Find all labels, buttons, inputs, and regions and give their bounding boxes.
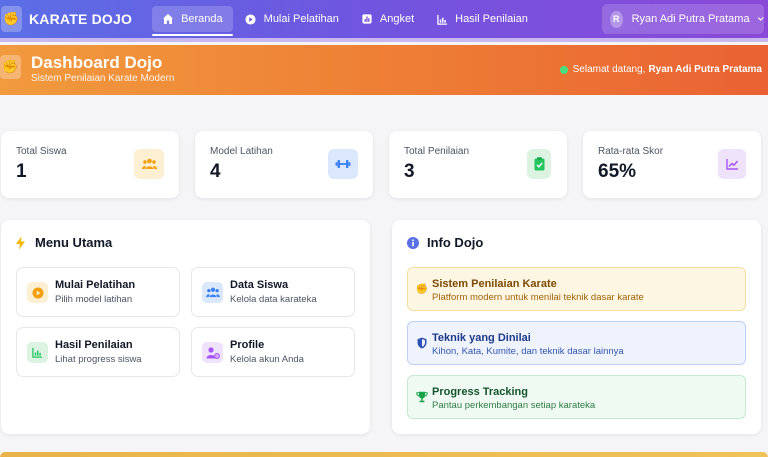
navbar-accent-line xyxy=(0,38,768,42)
top-navbar: ✊ KARATE DOJO Beranda Mulai Pelatihan An… xyxy=(0,0,768,38)
stat-value: 65% xyxy=(598,161,637,182)
user-menu[interactable]: R Ryan Adi Putra Pratama xyxy=(602,4,764,34)
stat-card-rata-rata-skor: Rata-rata Skor 65% xyxy=(583,131,761,198)
nav-item-angket[interactable]: Angket xyxy=(351,6,424,32)
info-card-subtitle: Platform modern untuk menilai teknik das… xyxy=(432,292,644,303)
trophy-icon xyxy=(416,391,428,403)
menu-card-subtitle: Pilih model latihan xyxy=(55,294,133,305)
online-status-dot xyxy=(559,65,568,74)
info-card-subtitle: Kihon, Kata, Kumite, dan teknik dasar la… xyxy=(432,346,624,357)
stat-value: 1 xyxy=(16,161,27,182)
shield-icon xyxy=(416,337,428,349)
info-dojo-panel: Info Dojo ✊ Sistem Penilaian Karate Plat… xyxy=(392,220,761,434)
clipboard-check-icon xyxy=(527,149,551,179)
menu-utama-panel: Menu Utama Mulai Pelatihan Pilih model l… xyxy=(1,220,370,434)
chevron-down-icon xyxy=(757,17,764,21)
nav-item-label: Angket xyxy=(379,13,415,25)
menu-card-subtitle: Kelola akun Anda xyxy=(230,354,304,365)
chart-icon xyxy=(27,342,48,363)
avatar: R xyxy=(610,10,623,28)
menu-card-title: Data Siswa xyxy=(230,279,289,291)
stat-value: 3 xyxy=(404,161,415,182)
welcome-user-name: Ryan Adi Putra Pratama xyxy=(648,64,762,75)
brand-name: KARATE DOJO xyxy=(29,11,133,27)
user-cog-icon xyxy=(202,342,223,363)
info-card-progress-tracking: Progress Tracking Pantau perkembangan se… xyxy=(407,375,746,419)
info-card-title: Progress Tracking xyxy=(432,386,528,398)
stat-card-model-latihan: Model Latihan 4 xyxy=(195,131,373,198)
menu-card-hasil-penilaian[interactable]: Hasil Penilaian Lihat progress siswa xyxy=(16,327,180,377)
fist-icon: ✊ xyxy=(415,283,429,295)
menu-card-title: Hasil Penilaian xyxy=(55,339,133,351)
stat-label: Rata-rata Skor xyxy=(598,146,664,157)
panel-title: Info Dojo xyxy=(407,235,483,250)
welcome-prefix: Selamat datang, xyxy=(572,64,646,75)
info-circle-icon xyxy=(407,236,419,249)
dashboard-header: ✊ Dashboard Dojo Sistem Penilaian Karate… xyxy=(0,45,768,95)
stat-label: Model Latihan xyxy=(210,146,273,157)
info-card-title: Sistem Penilaian Karate xyxy=(432,278,557,290)
stat-label: Total Siswa xyxy=(16,146,67,157)
welcome-message: Selamat datang, Ryan Adi Putra Pratama xyxy=(559,64,762,75)
menu-card-subtitle: Lihat progress siswa xyxy=(55,354,142,365)
stat-value: 4 xyxy=(210,161,221,182)
nav-menu: Beranda Mulai Pelatihan Angket Hasil Pen… xyxy=(152,0,540,38)
user-name: Ryan Adi Putra Pratama xyxy=(631,13,750,25)
bolt-icon xyxy=(16,236,25,249)
nav-item-label: Beranda xyxy=(181,13,223,25)
info-card-subtitle: Pantau perkembangan setiap karateka xyxy=(432,400,596,411)
users-icon xyxy=(202,282,223,303)
dumbbell-icon xyxy=(328,149,358,179)
info-card-sistem-penilaian: ✊ Sistem Penilaian Karate Platform moder… xyxy=(407,267,746,311)
users-icon xyxy=(134,149,164,179)
menu-card-title: Profile xyxy=(230,339,265,351)
info-card-teknik-dinilai: Teknik yang Dinilai Kihon, Kata, Kumite,… xyxy=(407,321,746,365)
poll-icon xyxy=(361,13,373,25)
panel-title: Menu Utama xyxy=(15,235,112,250)
page-subtitle: Sistem Penilaian Karate Modern xyxy=(31,73,175,84)
chart-icon xyxy=(436,13,448,25)
next-section-edge xyxy=(0,452,768,457)
nav-item-label: Hasil Penilaian xyxy=(455,13,528,25)
brand[interactable]: ✊ KARATE DOJO xyxy=(0,6,132,32)
play-circle-icon xyxy=(245,13,257,25)
fist-icon: ✊ xyxy=(0,55,21,79)
stat-card-total-penilaian: Total Penilaian 3 xyxy=(389,131,567,198)
panel-title-text: Info Dojo xyxy=(427,235,484,250)
nav-item-label: Mulai Pelatihan xyxy=(263,13,339,25)
stat-label: Total Penilaian xyxy=(404,146,470,157)
nav-item-hasil-penilaian[interactable]: Hasil Penilaian xyxy=(426,6,538,32)
stat-card-total-siswa: Total Siswa 1 xyxy=(1,131,179,198)
menu-card-title: Mulai Pelatihan xyxy=(55,279,136,291)
play-circle-icon xyxy=(27,282,48,303)
page-title: Dashboard Dojo xyxy=(31,53,163,72)
home-icon xyxy=(162,13,174,25)
menu-card-profile[interactable]: Profile Kelola akun Anda xyxy=(191,327,355,377)
chart-line-icon xyxy=(718,149,746,179)
nav-item-beranda[interactable]: Beranda xyxy=(152,6,233,36)
menu-card-mulai-pelatihan[interactable]: Mulai Pelatihan Pilih model latihan xyxy=(16,267,180,317)
nav-item-mulai-pelatihan[interactable]: Mulai Pelatihan xyxy=(235,6,349,32)
menu-card-data-siswa[interactable]: Data Siswa Kelola data karateka xyxy=(191,267,355,317)
menu-card-subtitle: Kelola data karateka xyxy=(230,294,317,305)
panel-title-text: Menu Utama xyxy=(35,235,113,250)
info-card-title: Teknik yang Dinilai xyxy=(432,332,531,344)
fist-icon: ✊ xyxy=(1,6,22,32)
